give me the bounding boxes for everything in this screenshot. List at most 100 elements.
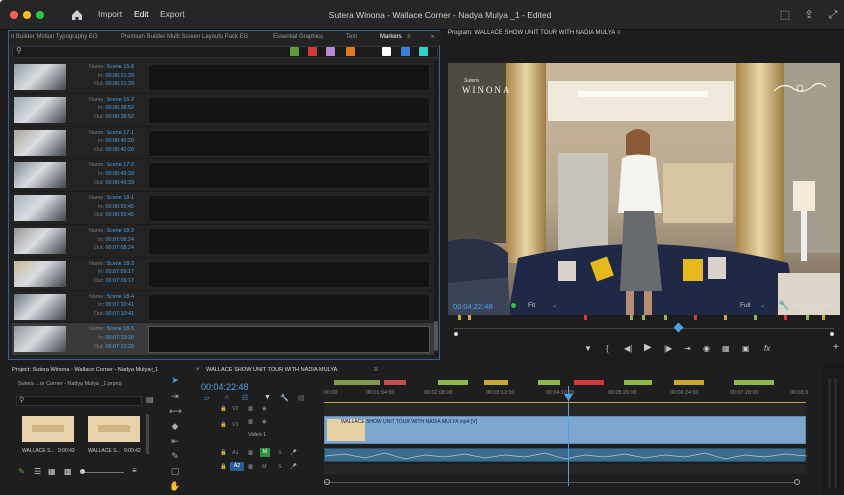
project-item-thumb[interactable] <box>22 416 74 442</box>
program-menu-icon[interactable]: ≡ <box>617 30 621 36</box>
marker-field-value[interactable]: Scene 17-2 <box>106 162 134 168</box>
panel-menu-icon[interactable]: ≡ <box>374 367 378 373</box>
marker-comment-field[interactable] <box>148 96 430 124</box>
resolution-select[interactable]: Full <box>740 302 750 309</box>
sort-icon[interactable]: ≡ <box>132 466 137 475</box>
icon-view-icon[interactable]: ▦ <box>48 467 56 476</box>
timeline-settings-icon[interactable]: 🔧 <box>280 394 289 402</box>
marker-field-value[interactable]: Scene 18-5 <box>106 326 134 332</box>
marker-field-value[interactable]: Scene 17-1 <box>106 130 134 136</box>
linked-selection-icon[interactable]: ☷ <box>242 394 248 402</box>
slip-tool-icon[interactable]: ⇤ <box>169 435 181 447</box>
marker-field-value[interactable]: 00:06:55:45 <box>106 212 134 218</box>
track-lock-icon[interactable]: 🔒 <box>220 422 227 428</box>
marker-field-value[interactable]: Scene 16-2 <box>106 97 134 103</box>
menu-export[interactable]: Export <box>160 9 185 19</box>
tab-essential-graphics[interactable]: Essential Graphics <box>273 34 323 40</box>
fx-icon[interactable]: fx <box>764 344 770 353</box>
marker-field-value[interactable]: 00:06:49:33 <box>106 180 134 186</box>
track-lock-icon[interactable]: 🔒 <box>220 406 227 412</box>
track-v2[interactable] <box>324 404 806 416</box>
track-mute-button[interactable]: M <box>260 448 270 457</box>
track-solo-button[interactable]: S <box>278 450 282 456</box>
step-back-icon[interactable]: ◀| <box>624 344 632 353</box>
marker-field-value[interactable]: 00:06:38:52 <box>106 105 134 111</box>
track-select-tool-icon[interactable]: ⇥ <box>169 390 181 402</box>
sync-lock-icon[interactable]: ▩ <box>248 464 253 470</box>
marker-row[interactable]: Name: Scene 16-2 In: 00:06:38:52 Out: 00:0… <box>12 94 438 127</box>
zoom-handle-left[interactable] <box>454 332 458 336</box>
marker-field-value[interactable]: 00:06:21:33 <box>106 81 134 87</box>
panel-menu-icon[interactable]: ≡ <box>407 34 411 40</box>
rectangle-tool-icon[interactable]: ▢ <box>169 465 181 477</box>
marker-comment-field[interactable] <box>148 129 430 157</box>
add-marker-icon[interactable]: ▼ <box>264 394 271 401</box>
marker-row[interactable]: Name: Scene 17-1 In: 00:06:40:20 Out: 00:0… <box>12 127 438 160</box>
marker-field-value[interactable]: 00:07:09:17 <box>106 269 134 275</box>
color-filter-swatch[interactable] <box>346 47 355 56</box>
marker-comment-field[interactable] <box>148 293 430 321</box>
razor-tool-icon[interactable]: ◆ <box>169 420 181 432</box>
share-icon[interactable]: ⇪ <box>802 8 816 22</box>
program-video-frame[interactable]: Sutera WINONA <box>448 63 840 315</box>
track-a2[interactable] <box>324 464 806 474</box>
zoom-handle-left[interactable] <box>324 479 330 485</box>
marker-row[interactable]: Name: Scene 18-1 In: 00:06:55:45 Out: 00:0… <box>12 192 438 225</box>
captions-icon[interactable]: ▤ <box>298 394 305 402</box>
pencil-icon[interactable]: ✎ <box>18 467 25 476</box>
marker-row[interactable]: Name: Scene 17-2 In: 00:06:49:33 Out: 00:0… <box>12 159 438 193</box>
export-frame-icon[interactable]: ◉ <box>703 344 710 353</box>
timeline-tab[interactable]: WALLACE SHOW UNIT TOUR WITH NADIA MULYA <box>206 367 337 373</box>
program-timecode[interactable]: 00:04:22:48 <box>453 302 493 311</box>
tab-motion-typography[interactable]: n Builder Motion Typography EG <box>11 34 98 40</box>
add-button-icon[interactable]: + <box>833 342 839 353</box>
tab-markers[interactable]: Markers <box>380 34 402 40</box>
marker-row[interactable]: Name: Scene 18-2 In: 00:07:08:24 Out: 00:0… <box>12 225 438 258</box>
pen-tool-icon[interactable]: ✎ <box>169 450 181 462</box>
zoom-handle-right[interactable] <box>794 479 800 485</box>
sync-lock-icon[interactable]: ▩ <box>248 450 253 456</box>
more-tabs-icon[interactable]: » <box>431 34 434 40</box>
marker-field-value[interactable]: 00:07:13:20 <box>106 335 134 341</box>
video-clip[interactable]: WALLACE SHOW UNIT TOUR WITH NADIA MULYA.… <box>324 416 806 444</box>
thumbnail-size-slider[interactable] <box>84 472 124 473</box>
scroll-thumb[interactable] <box>434 321 438 351</box>
work-area-bar[interactable] <box>324 402 806 403</box>
project-search-input[interactable]: ⚲ <box>16 396 142 406</box>
marker-comment-field[interactable] <box>148 227 430 255</box>
color-filter-swatch[interactable] <box>382 47 391 56</box>
program-scrub-bar[interactable] <box>454 328 834 329</box>
sync-lock-icon[interactable]: ▩ <box>248 419 253 425</box>
close-tab-icon[interactable]: × <box>196 367 200 373</box>
marker-field-value[interactable]: 00:07:10:41 <box>106 311 134 317</box>
mark-in-icon[interactable]: { <box>606 344 609 353</box>
track-a2-target[interactable]: A2 <box>230 462 244 471</box>
color-filter-swatch[interactable] <box>290 47 299 56</box>
safe-margins-icon[interactable]: ▣ <box>742 344 750 353</box>
marker-field-value[interactable]: 00:06:21:33 <box>106 73 134 79</box>
tab-text[interactable]: Text <box>346 34 357 40</box>
marker-row[interactable]: Name: Scene 15-8 In: 00:06:21:33 Out: 00:0… <box>12 61 438 94</box>
close-window-button[interactable] <box>10 11 18 19</box>
marker-field-value[interactable]: 00:07:08:24 <box>106 245 134 251</box>
slider-handle[interactable] <box>80 469 85 474</box>
track-lock-icon[interactable]: 🔒 <box>220 464 227 470</box>
ripple-edit-tool-icon[interactable]: ⟷ <box>169 405 182 417</box>
project-scrollbar[interactable] <box>146 414 149 454</box>
fullscreen-icon[interactable]: ⤢ <box>826 8 840 22</box>
step-forward-icon[interactable]: |▶ <box>664 344 672 353</box>
marker-comment-field[interactable] <box>148 162 430 190</box>
snap-icon[interactable]: ∩ <box>224 394 229 401</box>
color-filter-swatch[interactable] <box>326 47 335 56</box>
comparison-view-icon[interactable]: ▦ <box>722 344 730 353</box>
marker-field-value[interactable]: 00:07:08:24 <box>106 237 134 243</box>
marker-comment-field[interactable] <box>148 64 430 91</box>
track-lock-icon[interactable]: 🔒 <box>220 450 227 456</box>
zoom-window-button[interactable] <box>36 11 44 19</box>
marker-field-value[interactable]: Scene 18-4 <box>106 294 134 300</box>
marker-field-value[interactable]: 00:07:13:20 <box>106 344 134 350</box>
menu-edit[interactable]: Edit <box>134 9 149 19</box>
hand-tool-icon[interactable]: ✋ <box>169 480 181 492</box>
eye-icon[interactable]: ◉ <box>262 419 267 425</box>
marker-search-input[interactable]: ⚲ <box>12 46 438 58</box>
